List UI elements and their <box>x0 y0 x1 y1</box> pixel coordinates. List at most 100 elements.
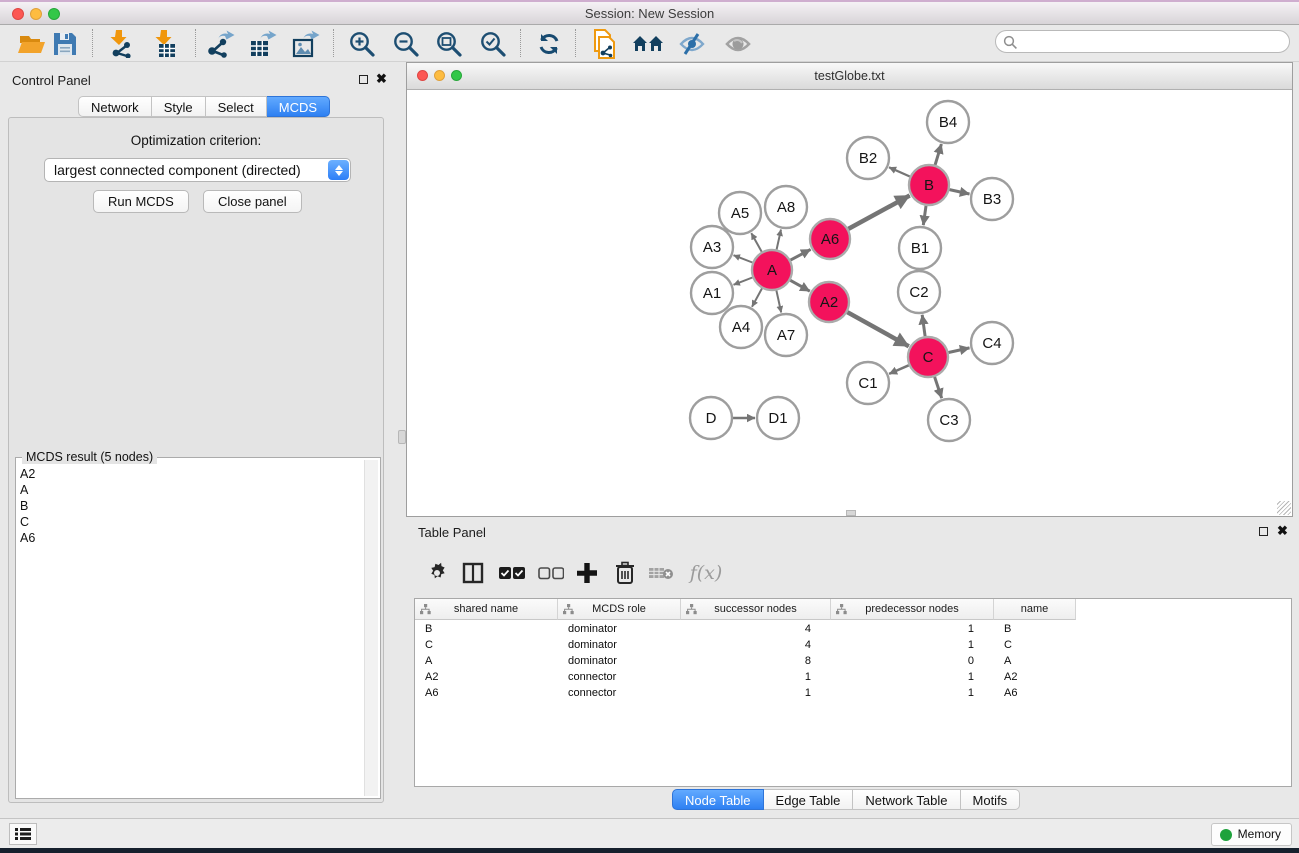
mcds-result-item[interactable]: A2 <box>20 466 35 482</box>
show-details-button[interactable] <box>722 28 754 60</box>
graph-node-C4[interactable]: C4 <box>971 322 1013 364</box>
table-row[interactable]: A6connector11A6 <box>415 685 1291 701</box>
graph-node-D[interactable]: D <box>690 397 732 439</box>
export-image-button[interactable] <box>289 28 321 60</box>
graph-node-B2[interactable]: B2 <box>847 137 889 179</box>
graph-node-C3[interactable]: C3 <box>928 399 970 441</box>
table-header-row: shared nameMCDS rolesuccessor nodesprede… <box>415 599 1076 620</box>
table-cell: B <box>994 621 1076 637</box>
table-row[interactable]: Bdominator41B <box>415 621 1291 637</box>
column-header-shared-name[interactable]: shared name <box>415 599 558 620</box>
mcds-result-item[interactable]: A6 <box>20 530 35 546</box>
import-network-button[interactable] <box>105 28 137 60</box>
graph-node-C2[interactable]: C2 <box>898 271 940 313</box>
graph-node-A7[interactable]: A7 <box>765 314 807 356</box>
table-tabs: Node TableEdge TableNetwork TableMotifs <box>672 789 1020 810</box>
new-network-from-file-button[interactable] <box>589 28 621 60</box>
table-cell: dominator <box>558 637 681 653</box>
tab-edge-table[interactable]: Edge Table <box>764 789 854 810</box>
hide-details-button[interactable] <box>676 28 708 60</box>
mcds-result-item[interactable]: A <box>20 482 35 498</box>
table-options-button[interactable] <box>420 556 454 590</box>
home-layout-button[interactable] <box>632 28 664 60</box>
tab-motifs[interactable]: Motifs <box>961 789 1021 810</box>
tab-mcds[interactable]: MCDS <box>267 96 330 117</box>
graph-node-A[interactable]: A <box>752 250 792 290</box>
graph-node-A4[interactable]: A4 <box>720 306 762 348</box>
column-type-icon <box>836 604 847 615</box>
run-mcds-button[interactable]: Run MCDS <box>93 190 189 213</box>
close-panel-icon[interactable]: ✖ <box>376 74 387 83</box>
graph-node-A6[interactable]: A6 <box>810 219 850 259</box>
graph-node-D1[interactable]: D1 <box>757 397 799 439</box>
close-panel-button[interactable]: Close panel <box>203 190 302 213</box>
delete-table-button[interactable] <box>644 556 678 590</box>
main-toolbar <box>0 25 1299 62</box>
zoom-in-icon <box>348 30 376 58</box>
export-table-button[interactable] <box>246 28 278 60</box>
save-session-button[interactable] <box>49 28 81 60</box>
export-network-button[interactable] <box>204 28 236 60</box>
select-all-button[interactable] <box>495 556 529 590</box>
column-header-name[interactable]: name <box>994 599 1076 620</box>
splitter-handle[interactable] <box>398 430 406 444</box>
table-cell: dominator <box>558 621 681 637</box>
graph-node-B4[interactable]: B4 <box>927 101 969 143</box>
tab-select[interactable]: Select <box>206 96 267 117</box>
status-bar: Memory <box>0 818 1299 848</box>
network-graph-canvas[interactable]: B4 B2 B B3 A8A5 A6 A3 B1 A A1 C2 A2 A4A7 C4 C C1 C3 D D1 <box>407 89 1292 516</box>
svg-text:A3: A3 <box>703 239 721 256</box>
svg-text:C: C <box>923 349 934 366</box>
tab-network[interactable]: Network <box>78 96 152 117</box>
zoom-in-button[interactable] <box>346 28 378 60</box>
graph-node-A8[interactable]: A8 <box>765 186 807 228</box>
table-cell: C <box>994 637 1076 653</box>
import-table-button[interactable] <box>150 28 182 60</box>
graph-node-A1[interactable]: A1 <box>691 272 733 314</box>
graph-node-B[interactable]: B <box>909 165 949 205</box>
table-row[interactable]: Cdominator41C <box>415 637 1291 653</box>
memory-button[interactable]: Memory <box>1211 823 1292 846</box>
create-column-button[interactable] <box>570 556 604 590</box>
memory-label: Memory <box>1238 827 1281 841</box>
graph-node-B3[interactable]: B3 <box>971 178 1013 220</box>
refresh-button[interactable] <box>533 28 565 60</box>
zoom-fit-button[interactable] <box>433 28 465 60</box>
graph-node-C1[interactable]: C1 <box>847 362 889 404</box>
delete-column-button[interactable] <box>608 556 642 590</box>
table-row[interactable]: A2connector11A2 <box>415 669 1291 685</box>
graph-node-A5[interactable]: A5 <box>719 192 761 234</box>
column-header-MCDS-role[interactable]: MCDS role <box>558 599 681 620</box>
show-column-button[interactable] <box>456 556 490 590</box>
network-window-titlebar: testGlobe.txt <box>407 63 1292 90</box>
mcds-result-list[interactable]: A2ABCA6 <box>20 466 35 546</box>
result-scrollbar[interactable] <box>364 460 378 796</box>
zoom-selected-button[interactable] <box>477 28 509 60</box>
column-header-successor-nodes[interactable]: successor nodes <box>681 599 831 620</box>
zoom-out-button[interactable] <box>390 28 422 60</box>
resize-grip-icon[interactable] <box>1277 501 1291 515</box>
tab-network-table[interactable]: Network Table <box>853 789 960 810</box>
table-row[interactable]: Adominator80A <box>415 653 1291 669</box>
graph-node-B1[interactable]: B1 <box>899 227 941 269</box>
show-panels-button[interactable] <box>9 823 37 845</box>
float-table-panel-icon[interactable] <box>1259 527 1268 536</box>
graph-node-A3[interactable]: A3 <box>691 226 733 268</box>
optimization-criterion-dropdown[interactable]: largest connected component (directed) <box>44 158 351 182</box>
tab-node-table[interactable]: Node Table <box>672 789 764 810</box>
mcds-result-item[interactable]: B <box>20 498 35 514</box>
function-builder-button[interactable]: f(x) <box>684 556 728 590</box>
table-cell: A2 <box>415 669 558 685</box>
open-session-button[interactable] <box>16 28 48 60</box>
column-header-predecessor-nodes[interactable]: predecessor nodes <box>831 599 994 620</box>
graph-node-C[interactable]: C <box>908 337 948 377</box>
close-table-panel-icon[interactable]: ✖ <box>1277 526 1288 535</box>
network-view-window: testGlobe.txt B4 B2 B B3 A8A5 A6 A3 B1 A A1 C2 A2 A4… <box>406 62 1293 517</box>
search-input[interactable] <box>1022 32 1286 53</box>
h-scroll-thumb[interactable] <box>846 510 856 516</box>
tab-style[interactable]: Style <box>152 96 206 117</box>
float-panel-icon[interactable] <box>359 75 368 84</box>
mcds-result-item[interactable]: C <box>20 514 35 530</box>
deselect-all-button[interactable] <box>534 556 568 590</box>
graph-node-A2[interactable]: A2 <box>809 282 849 322</box>
